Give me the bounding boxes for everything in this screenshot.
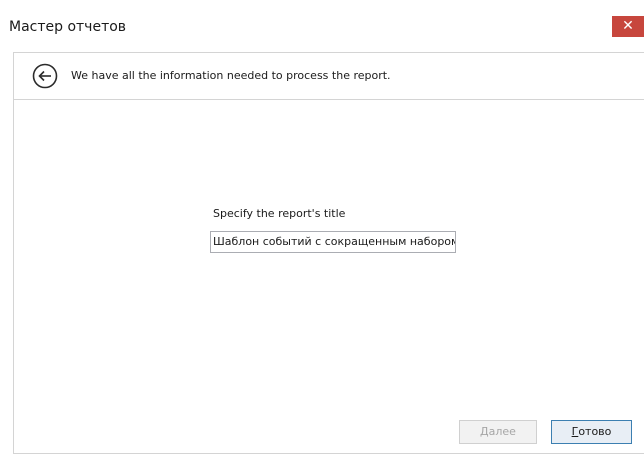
finish-button[interactable]: Готово: [551, 420, 632, 444]
finish-button-label: отово: [578, 425, 612, 438]
next-button-label: алее: [488, 425, 516, 438]
close-icon: ✕: [622, 18, 634, 34]
close-button[interactable]: ✕: [612, 16, 644, 37]
back-arrow-circle-icon: [32, 63, 58, 89]
report-title-label: Specify the report's title: [213, 207, 346, 220]
next-button-mnemonic: Д: [480, 425, 489, 438]
title-bar: Мастер отчетов ✕: [0, 0, 644, 40]
window-title: Мастер отчетов: [9, 19, 127, 35]
report-wizard-window: Мастер отчетов ✕ We have all the informa…: [0, 0, 644, 454]
next-button[interactable]: Далее: [459, 420, 537, 444]
report-title-input[interactable]: Шаблон событий с сокращенным набором да: [210, 231, 456, 253]
back-button[interactable]: [32, 63, 58, 89]
wizard-header: We have all the information needed to pr…: [13, 52, 644, 100]
wizard-content: [13, 100, 644, 454]
wizard-message: We have all the information needed to pr…: [71, 69, 391, 82]
